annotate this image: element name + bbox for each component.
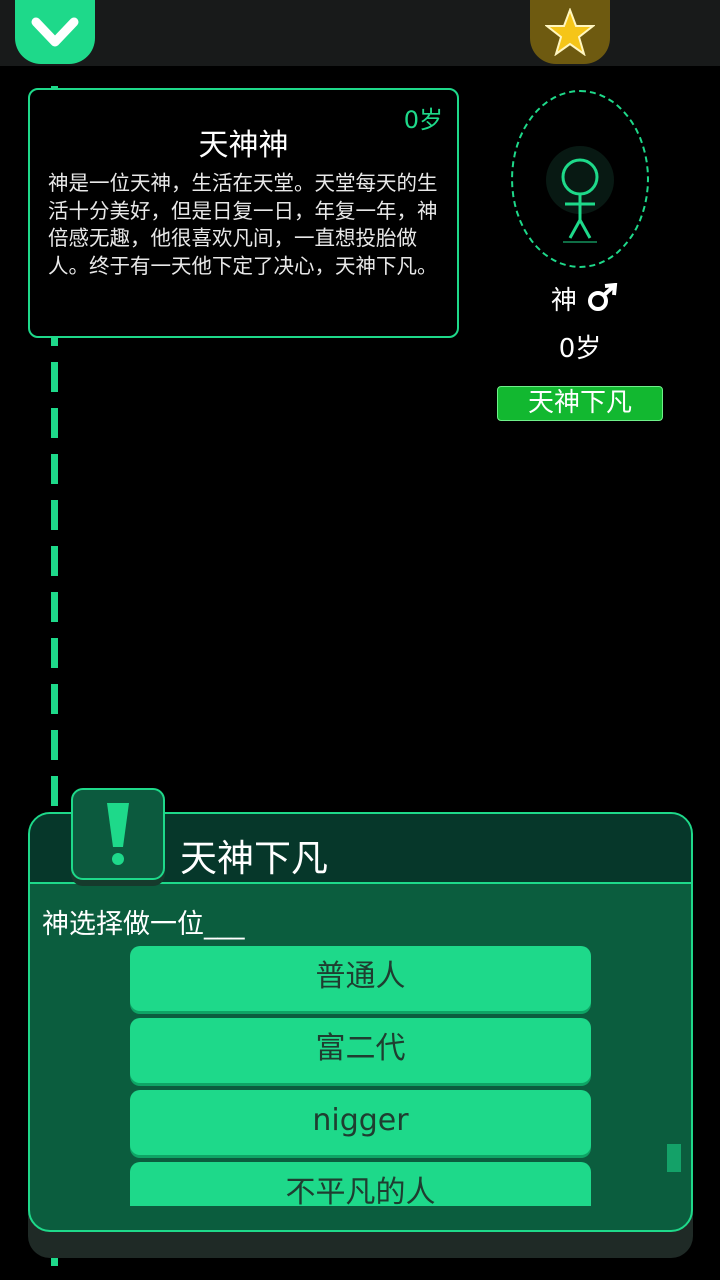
male-icon bbox=[588, 282, 618, 311]
event-title: 天神下凡 bbox=[180, 837, 328, 880]
option-button[interactable]: 富二代 bbox=[130, 1018, 591, 1083]
option-button[interactable]: 不平凡的人 bbox=[130, 1162, 591, 1206]
character-tag: 天神下凡 bbox=[497, 386, 663, 421]
option-button[interactable]: 普通人 bbox=[130, 946, 591, 1011]
story-text: 神是一位天神，生活在天堂。天堂每天的生活十分美好，但是日复一日，年复一年，神倍感… bbox=[48, 171, 438, 278]
chevron-down-icon bbox=[31, 17, 79, 47]
options-list[interactable]: 普通人 富二代 nigger 不平凡的人 bbox=[130, 944, 593, 1206]
top-bar bbox=[0, 0, 720, 66]
menu-button[interactable] bbox=[15, 0, 95, 64]
alert-badge bbox=[71, 788, 165, 880]
character-name-text: 神 bbox=[550, 286, 577, 316]
exclamation-icon bbox=[107, 803, 129, 865]
stick-figure-avatar bbox=[546, 146, 614, 243]
event-question: 神选择做一位___ bbox=[42, 909, 245, 940]
achievements-button[interactable] bbox=[530, 0, 610, 64]
scrollbar-thumb[interactable] bbox=[667, 1144, 681, 1172]
character-age: 0岁 bbox=[558, 334, 602, 364]
option-button[interactable]: nigger bbox=[130, 1090, 591, 1155]
character-portrait bbox=[511, 90, 649, 268]
character-name: 神 bbox=[540, 280, 630, 317]
story-card: 0岁 天神神 神是一位天神，生活在天堂。天堂每天的生活十分美好，但是日复一日，年… bbox=[28, 88, 459, 338]
story-title: 天神神 bbox=[198, 128, 289, 163]
star-icon bbox=[545, 8, 595, 56]
